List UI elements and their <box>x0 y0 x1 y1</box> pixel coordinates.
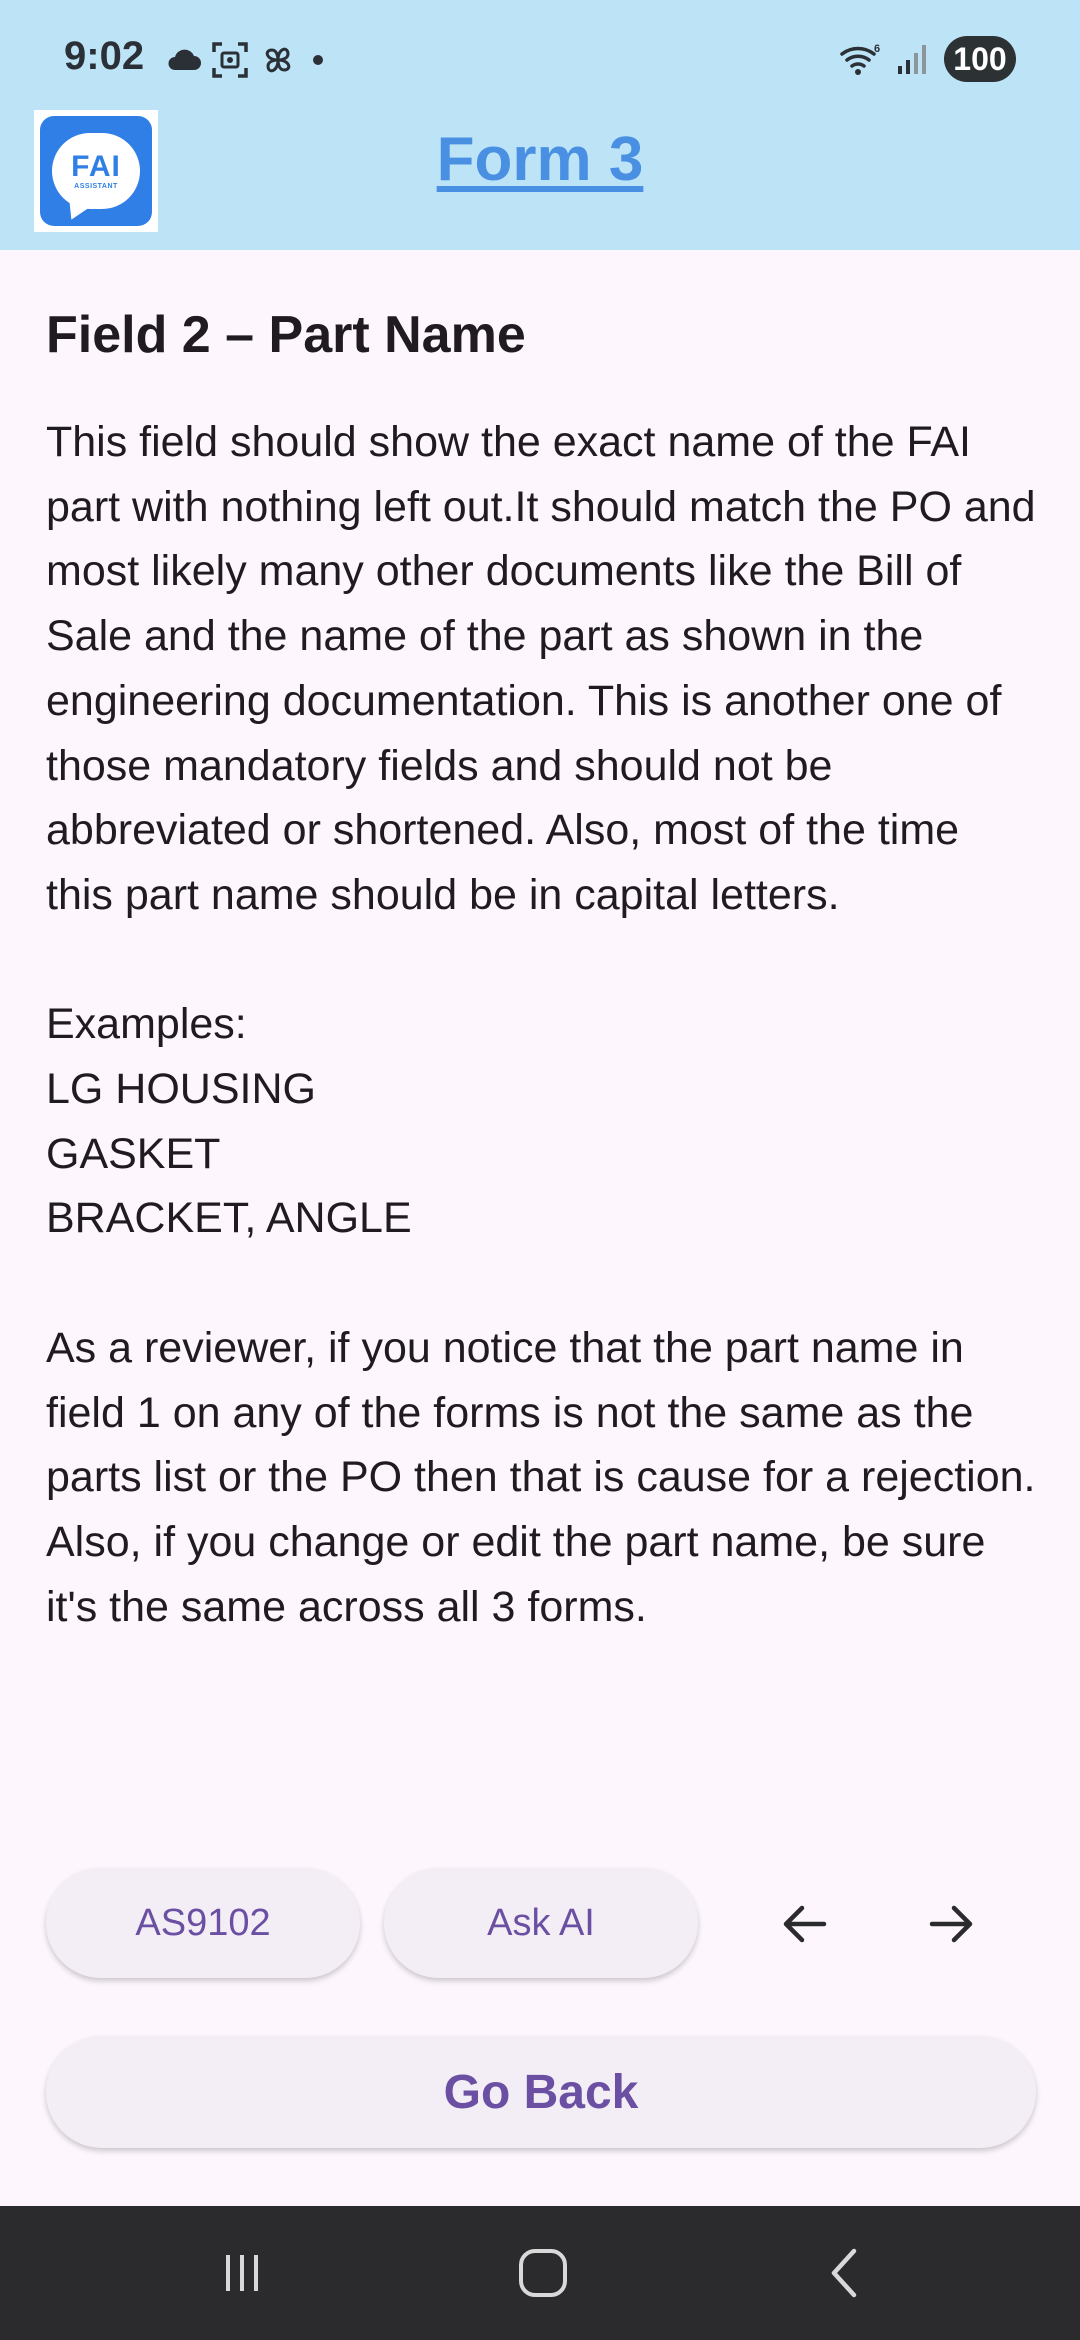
home-icon <box>519 2249 567 2297</box>
example-item: GASKET <box>46 1129 221 1178</box>
pinwheel-icon <box>265 47 291 73</box>
reviewer-paragraph: As a reviewer, if you notice that the pa… <box>46 1323 1036 1631</box>
example-item: BRACKET, ANGLE <box>46 1194 412 1243</box>
cloud-icon <box>168 49 201 70</box>
status-icons-right: 6 100 <box>838 36 1016 82</box>
battery-indicator: 100 <box>944 36 1016 82</box>
previous-button[interactable] <box>756 1876 852 1972</box>
screen: 9:02 6 100 FAI ASSISTANT Form 3 Field 2 … <box>0 0 1080 2340</box>
status-bar: 9:02 6 100 <box>0 0 1080 110</box>
recents-icon <box>226 2255 258 2291</box>
ask-ai-button[interactable]: Ask AI <box>384 1868 698 1978</box>
back-button[interactable] <box>806 2238 886 2308</box>
status-icons-left <box>166 38 330 82</box>
wifi-icon: 6 <box>840 43 880 75</box>
arrow-right-icon <box>929 1905 973 1943</box>
app-header: 9:02 6 100 FAI ASSISTANT Form 3 <box>0 0 1080 250</box>
description-paragraph: This field should show the exact name of… <box>46 418 1036 919</box>
next-button[interactable] <box>904 1876 1000 1972</box>
field-heading: Field 2 – Part Name <box>46 306 526 364</box>
arrow-left-icon <box>783 1905 827 1943</box>
main-content: Field 2 – Part Name This field should sh… <box>46 290 1036 1639</box>
system-nav-bar <box>0 2206 1080 2340</box>
go-back-button[interactable]: Go Back <box>46 2036 1036 2148</box>
dot-icon <box>313 55 323 65</box>
page-title[interactable]: Form 3 <box>0 124 1080 195</box>
examples-label: Examples: <box>46 1000 247 1049</box>
recents-button[interactable] <box>202 2238 282 2308</box>
svg-text:6: 6 <box>874 43 880 55</box>
as9102-button[interactable]: AS9102 <box>46 1868 360 1978</box>
signal-icon <box>898 45 926 74</box>
screenshot-icon <box>212 42 248 78</box>
home-button[interactable] <box>503 2238 583 2308</box>
status-time: 9:02 <box>64 34 145 78</box>
back-icon <box>831 2248 857 2298</box>
example-item: LG HOUSING <box>46 1065 316 1114</box>
